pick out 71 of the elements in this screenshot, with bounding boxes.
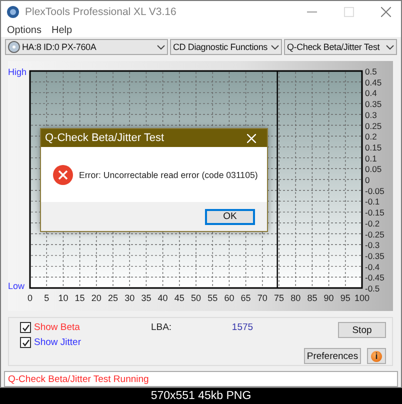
dialog-title: Q-Check Beta/Jitter Test <box>45 132 166 144</box>
x-tick-label: 65 <box>240 293 251 304</box>
y-tick-label: -0.2 <box>365 218 380 229</box>
test-dropdown[interactable]: Q-Check Beta/Jitter Test <box>284 39 397 56</box>
checkbox[interactable] <box>20 322 31 334</box>
y-tick-label: -0.25 <box>365 230 384 240</box>
status-text: Q-Check Beta/Jitter Test Running <box>8 374 149 385</box>
disc-icon <box>8 41 20 54</box>
y-tick-label: 0.4 <box>365 88 377 99</box>
x-tick-label: 20 <box>91 293 102 304</box>
ok-button[interactable]: OK <box>205 208 255 225</box>
x-tick-label: 90 <box>324 293 334 304</box>
y-tick-label: -0.5 <box>365 284 380 294</box>
x-tick-label: 95 <box>340 293 350 304</box>
y-tick-label: -0.1 <box>365 197 380 208</box>
x-tick-label: 15 <box>74 293 85 304</box>
menu-item[interactable]: Help <box>51 24 72 36</box>
y-tick-label: -0.05 <box>365 186 384 196</box>
x-tick-label: 85 <box>307 293 318 304</box>
dropdown-caret-icon <box>271 44 279 50</box>
drive-dropdown[interactable]: HA:8 ID:0 PX-760A <box>5 39 168 56</box>
x-tick-label: 60 <box>224 293 234 304</box>
checkbox-label: Show Jitter <box>34 337 81 348</box>
x-tick-label: 100 <box>354 293 370 304</box>
y-tick-label: 0 <box>365 175 370 186</box>
y-tick-label: 0.1 <box>365 154 377 164</box>
x-tick-label: 30 <box>124 293 135 304</box>
menu-item[interactable]: Options <box>7 24 42 36</box>
y-tick-label: 0.25 <box>365 121 382 132</box>
dropdown-caret-icon <box>157 44 165 50</box>
y-tick-label: 0.2 <box>365 132 377 142</box>
dropdown-caret-icon <box>386 44 394 50</box>
error-message: Error: Uncorrectable read error (code 031105) <box>79 170 258 180</box>
app-logo-icon <box>7 6 19 18</box>
x-tick-label: 45 <box>174 293 184 304</box>
x-tick-label: 75 <box>274 293 284 304</box>
y-tick-label: 0.15 <box>365 142 382 153</box>
y-tick-label: 0.05 <box>365 164 382 175</box>
x-tick-label: 70 <box>257 293 268 304</box>
image-caption: 570x551 45kb PNG <box>150 390 252 402</box>
y-tick-label: 0.35 <box>365 100 382 110</box>
y-tick-label: -0.3 <box>365 240 380 251</box>
y-tick-label: -0.45 <box>365 273 384 284</box>
checkbox[interactable] <box>20 337 31 348</box>
low-label: Low <box>8 281 25 292</box>
info-button[interactable]: i <box>367 348 386 364</box>
y-tick-label: -0.4 <box>365 262 380 272</box>
y-tick-label: 0.3 <box>365 110 377 120</box>
function-dropdown[interactable]: CD Diagnostic Functions <box>170 39 282 56</box>
y-tick-label: -0.15 <box>365 208 384 218</box>
x-tick-label: 35 <box>141 293 152 304</box>
stop-button[interactable]: Stop <box>338 322 386 338</box>
window-title: PlexTools Professional XL V3.16 <box>25 6 178 18</box>
high-label: High <box>8 67 27 78</box>
x-tick-label: 40 <box>158 293 168 304</box>
preferences-button[interactable]: Preferences <box>304 348 361 364</box>
lba-label: LBA: <box>150 322 173 334</box>
x-tick-label: 25 <box>108 293 118 304</box>
close-icon[interactable] <box>380 7 390 17</box>
checkbox-label: Show Beta <box>34 322 80 334</box>
y-tick-label: -0.35 <box>365 251 384 262</box>
x-tick-label: 5 <box>44 293 50 304</box>
y-tick-label: 0.45 <box>365 78 382 88</box>
x-tick-label: 55 <box>208 293 218 304</box>
x-tick-label: 0 <box>28 293 32 304</box>
error-icon <box>53 164 73 185</box>
y-tick-label: 0.5 <box>365 66 377 77</box>
lba-value: 1575 <box>232 322 254 334</box>
x-tick-label: 10 <box>58 293 68 304</box>
x-tick-label: 50 <box>191 293 201 304</box>
x-tick-label: 80 <box>290 293 301 304</box>
